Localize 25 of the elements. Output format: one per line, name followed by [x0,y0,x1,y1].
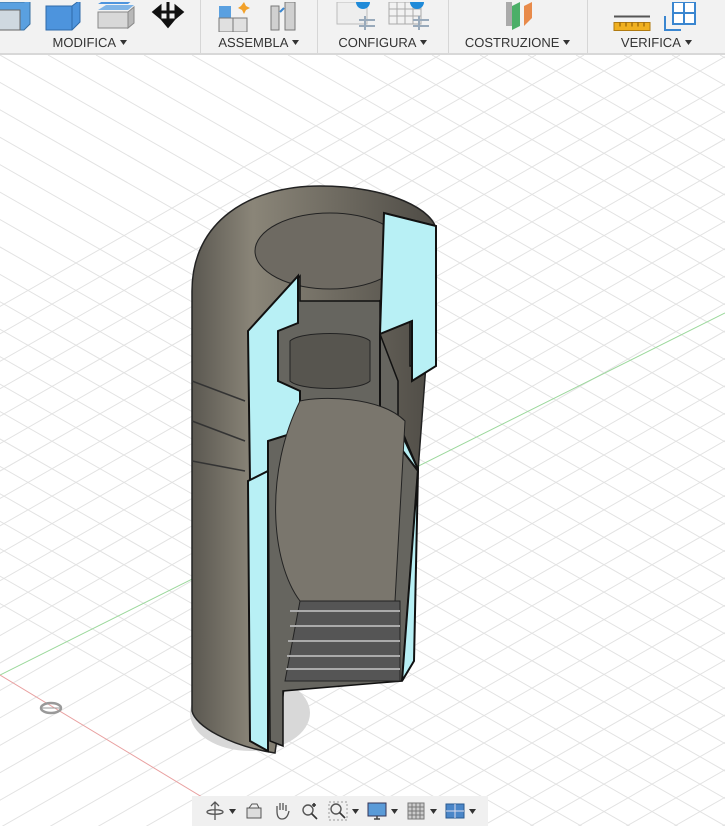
caret-icon [352,808,358,814]
caret-icon [430,808,436,814]
toolbar-menu-button[interactable]: VERIFICA [620,33,692,52]
toolbar-menu-button[interactable]: MODIFICA [52,33,128,52]
camera-icon[interactable] [244,801,264,821]
caret-icon [468,808,476,814]
zoom-icon[interactable] [300,801,320,821]
caret-icon [228,808,236,814]
caret-icon [684,40,692,46]
monitor-icon[interactable] [366,801,386,821]
caret-icon [120,40,128,46]
grid-table-icon [386,2,431,32]
zoom-fit-icon[interactable] [328,801,348,821]
caret-icon [292,40,300,46]
caret-icon [563,40,570,46]
toolbar-menu-button[interactable]: COSTRUZIONE [464,33,570,52]
origin-icon [39,701,63,715]
ruler-icon [613,15,652,32]
caret-icon [390,808,398,814]
toolbar-menu-button[interactable]: ASSEMBLA [218,33,300,52]
viewports-icon[interactable] [444,801,464,821]
toolbar-menu-button[interactable]: CONFIGURA [338,33,428,52]
caret-icon [420,40,428,46]
orbit-icon[interactable] [204,801,224,821]
grid-icon[interactable] [406,801,426,821]
